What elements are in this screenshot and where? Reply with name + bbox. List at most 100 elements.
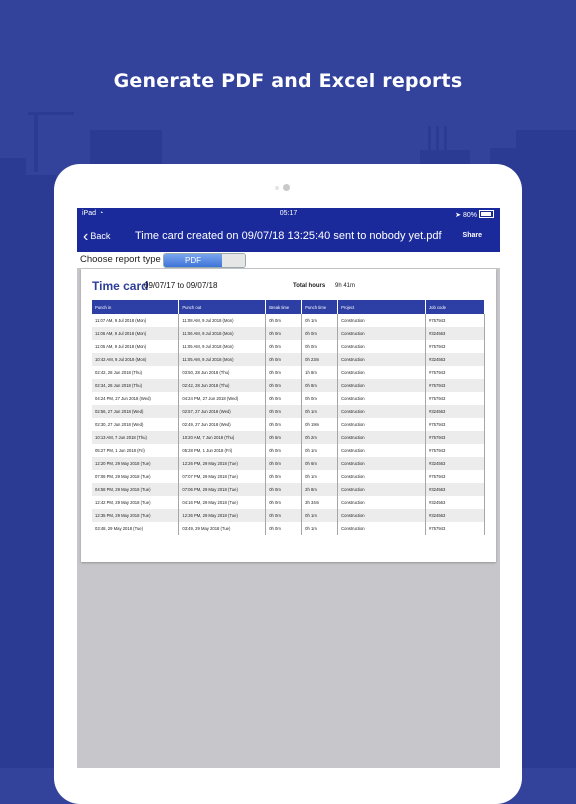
table-row: 04:58 PM, 29 May 2018 (Tue) 07:06 PM, 29 …: [92, 483, 485, 496]
table-cell: 0h 0m: [265, 457, 303, 470]
table-cell: Construction: [337, 496, 427, 509]
table-cell: 07:07 PM, 29 May 2018 (Tue): [178, 470, 267, 483]
tablet-screen: iPad ◔ 05:17 ➤ 80% ‹ Back Time card create…: [77, 208, 500, 768]
table-cell: 0h 0m: [265, 392, 303, 405]
table-cell: #757943: [425, 340, 485, 353]
table-cell: 0h 0m: [265, 509, 303, 522]
table-cell: Construction: [337, 379, 427, 392]
table-row: 10:42 AM, 9 Jul 2018 (Mon) 11:05 AM, 9 Ju…: [92, 353, 485, 366]
pdf-segment[interactable]: PDF: [164, 254, 222, 267]
table-cell: Construction: [337, 431, 427, 444]
battery-percent: 80%: [462, 212, 477, 219]
table-cell: 12:20 PM, 29 May 2018 (Tue): [92, 457, 180, 470]
table-cell: #757943: [425, 392, 485, 405]
table-cell: 0h 1m: [301, 522, 339, 535]
table-cell: 03:49, 29 May 2018 (Tue): [178, 522, 267, 535]
excel-segment[interactable]: [222, 254, 245, 267]
table-cell: 03:48, 29 May 2018 (Tue): [92, 522, 180, 535]
report-type-toggle[interactable]: PDF: [163, 253, 246, 268]
table-cell: Construction: [337, 470, 427, 483]
table-cell: 0h 1m: [301, 509, 339, 522]
table-cell: 0h 0m: [265, 379, 303, 392]
table-cell: 05:28 PM, 1 Jun 2018 (Fri): [178, 444, 267, 457]
table-cell: Construction: [337, 314, 427, 327]
table-cell: 0h 0m: [265, 314, 303, 327]
column-header: Project: [337, 300, 427, 314]
table-cell: Construction: [337, 444, 427, 457]
table-header-row: Punch in Punch out Break time Punch time Pro…: [92, 300, 485, 314]
table-row: 10:13 AM, 7 Jun 2018 (Thu) 10:20 AM, 7 Ju…: [92, 431, 485, 444]
table-cell: 11:05 AM, 9 Jul 2018 (Mon): [178, 353, 267, 366]
table-cell: 04:16 PM, 29 May 2018 (Tue): [178, 496, 267, 509]
total-hours-label: Total hours: [293, 283, 326, 289]
back-button[interactable]: ‹ Back: [83, 226, 110, 246]
table-cell: Construction: [337, 483, 427, 496]
table-row: 11:07 AM, 9 Jul 2018 (Mon) 11:08 AM, 9 Ju…: [92, 314, 485, 327]
share-button[interactable]: Share: [463, 226, 482, 246]
table-cell: 11:08 AM, 9 Jul 2018 (Mon): [178, 314, 267, 327]
table-cell: 02:56, 27 Jun 2018 (Wed): [92, 405, 180, 418]
table-cell: Construction: [337, 405, 427, 418]
table-row: 07:06 PM, 29 May 2018 (Tue) 07:07 PM, 29 …: [92, 470, 485, 483]
table-cell: #757943: [425, 314, 485, 327]
table-cell: 0h 0m: [265, 327, 303, 340]
table-cell: 0h 23m: [301, 353, 339, 366]
timecard-date-range: 09/07/17 to 09/07/18: [144, 281, 218, 290]
table-cell: 0h 0m: [265, 366, 303, 379]
column-header: Job code: [425, 300, 485, 314]
table-row: 02:30, 27 Jun 2018 (Wed) 02:49, 27 Jun 20…: [92, 418, 485, 431]
table-cell: 0h 0m: [265, 353, 303, 366]
table-row: 03:48, 29 May 2018 (Tue) 03:49, 29 May 20…: [92, 522, 485, 535]
table-cell: 11:05 AM, 9 Jul 2018 (Mon): [178, 340, 267, 353]
navigation-bar: ‹ Back Time card created on 09/07/18 13:2…: [77, 220, 500, 252]
table-cell: 07:06 PM, 29 May 2018 (Tue): [92, 470, 180, 483]
table-cell: 0h 5m: [265, 431, 303, 444]
table-row: 04:24 PM, 27 Jun 2018 (Wed) 04:24 PM, 27 …: [92, 392, 485, 405]
table-cell: 12:26 PM, 29 May 2018 (Tue): [178, 457, 267, 470]
table-body: 11:07 AM, 9 Jul 2018 (Mon) 11:08 AM, 9 Ju…: [92, 314, 485, 535]
tablet-sensor: [275, 186, 279, 190]
table-row: 11:05 AM, 9 Jul 2018 (Mon) 11:05 AM, 9 Ju…: [92, 340, 485, 353]
table-cell: 12:36 PM, 29 May 2018 (Tue): [178, 509, 267, 522]
table-cell: 0h 0m: [265, 405, 303, 418]
table-cell: 12:42 PM, 29 May 2018 (Tue): [92, 496, 180, 509]
column-header: Punch out: [178, 300, 267, 314]
nav-title: Time card created on 09/07/18 13:25:40 s…: [135, 230, 442, 242]
table-cell: 0h 0m: [265, 483, 303, 496]
pdf-preview[interactable]: Time card 09/07/17 to 09/07/18 Total hou…: [81, 269, 496, 562]
table-cell: 10:42 AM, 9 Jul 2018 (Mon): [92, 353, 180, 366]
table-cell: 0h 0m: [301, 340, 339, 353]
table-cell: 02:30, 27 Jun 2018 (Wed): [92, 418, 180, 431]
table-cell: #757943: [425, 418, 485, 431]
table-cell: 11:06 AM, 9 Jul 2018 (Mon): [178, 327, 267, 340]
table-row: 02:42, 28 Jun 2018 (Thu) 03:50, 28 Jun 20…: [92, 366, 485, 379]
table-cell: 03:50, 28 Jun 2018 (Thu): [178, 366, 267, 379]
table-cell: Construction: [337, 392, 427, 405]
table-row: 12:35 PM, 29 May 2018 (Tue) 12:36 PM, 29 …: [92, 509, 485, 522]
table-cell: Construction: [337, 457, 427, 470]
table-cell: 11:05 AM, 9 Jul 2018 (Mon): [92, 340, 180, 353]
table-cell: 02:42, 28 Jun 2018 (Thu): [178, 379, 267, 392]
table-cell: 0h 0m: [265, 340, 303, 353]
table-cell: 0h 1m: [301, 405, 339, 418]
table-cell: 0h 2m: [301, 431, 339, 444]
report-type-bar: Choose report type PDF: [77, 252, 500, 268]
table-cell: 0h 0m: [265, 470, 303, 483]
table-cell: 0h 19m: [301, 418, 339, 431]
tablet-camera: [283, 184, 290, 191]
table-row: 02:56, 27 Jun 2018 (Wed) 02:57, 27 Jun 20…: [92, 405, 485, 418]
table-cell: 12:35 PM, 29 May 2018 (Tue): [92, 509, 180, 522]
table-cell: 04:24 PM, 27 Jun 2018 (Wed): [178, 392, 267, 405]
table-cell: #757943: [425, 470, 485, 483]
table-cell: 11:07 AM, 9 Jul 2018 (Mon): [92, 314, 180, 327]
table-cell: #324563: [425, 509, 485, 522]
table-row: 12:20 PM, 29 May 2018 (Tue) 12:26 PM, 29 …: [92, 457, 485, 470]
table-cell: Construction: [337, 340, 427, 353]
table-cell: 0h 0m: [265, 496, 303, 509]
table-cell: 0h 0m: [265, 522, 303, 535]
table-cell: 1h 8m: [301, 366, 339, 379]
timecard-title: Time card: [92, 279, 149, 293]
table-cell: #324563: [425, 483, 485, 496]
column-header: Break time: [265, 300, 303, 314]
table-cell: 10:20 AM, 7 Jun 2018 (Thu): [178, 431, 267, 444]
